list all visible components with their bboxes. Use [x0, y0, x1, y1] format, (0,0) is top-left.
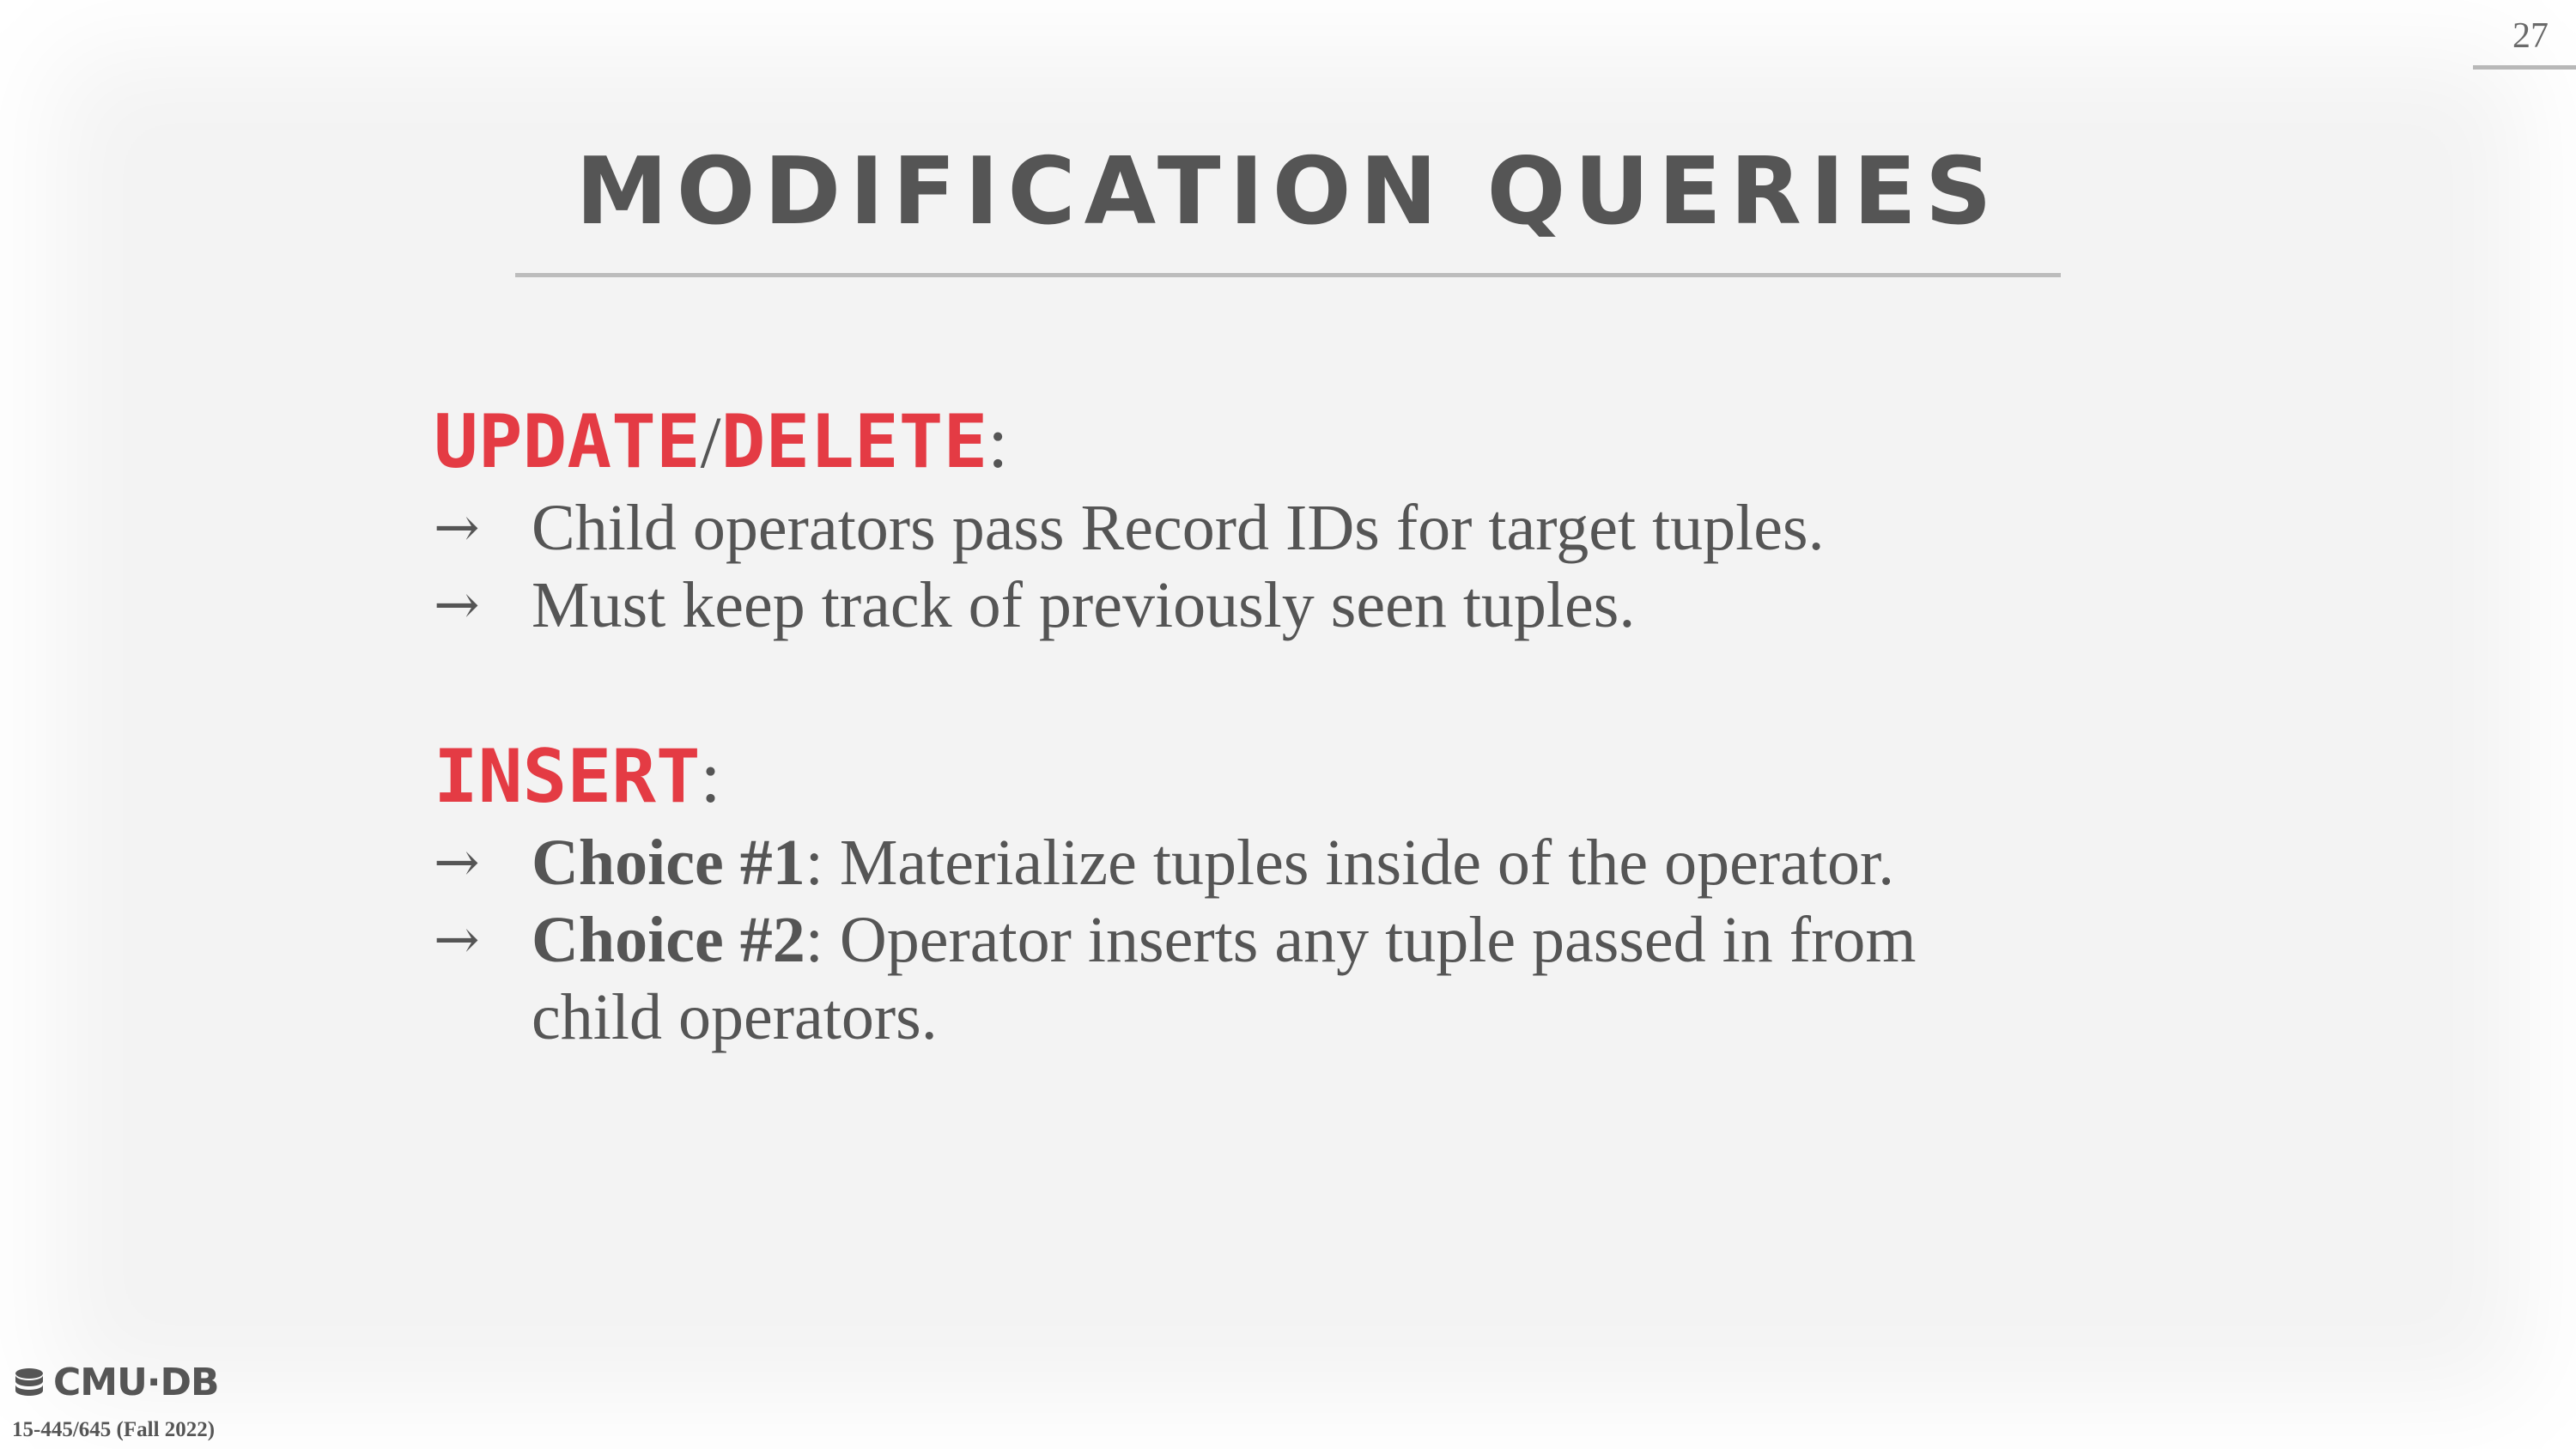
arrow-icon: →	[434, 573, 480, 637]
logo-text: CMU·DB	[53, 1361, 220, 1404]
insert-section: INSERT: → Choice #1: Materialize tuples …	[434, 730, 2151, 1056]
page-number-rule	[2473, 65, 2576, 70]
heading-colon: :	[700, 736, 721, 818]
bullet-text: : Materialize tuples inside of the opera…	[805, 827, 1895, 899]
delete-keyword: DELETE	[720, 399, 988, 485]
bullet-item: → Choice #2: Operator inserts any tuple …	[434, 901, 2151, 1056]
heading-colon: :	[987, 401, 1009, 483]
slide: 27 MODIFICATION QUERIES UPDATE/DELETE: →…	[0, 0, 2576, 1449]
bullet-text: : Operator inserts any tuple passed in f…	[805, 904, 1917, 976]
database-icon	[15, 1367, 43, 1396]
title-underline	[515, 273, 2061, 277]
course-label: 15-445/645 (Fall 2022)	[12, 1418, 216, 1441]
update-delete-heading: UPDATE/DELETE:	[434, 395, 2151, 489]
bullet-item: → Child operators pass Record IDs for ta…	[434, 489, 2151, 567]
insert-keyword: INSERT	[434, 734, 701, 820]
page-number: 27	[2512, 16, 2549, 56]
choice-label: Choice #1	[532, 827, 805, 899]
choice-label: Choice #2	[532, 904, 805, 976]
slide-title: MODIFICATION QUERIES	[575, 138, 2001, 246]
bullet-item: → Must keep track of previously seen tup…	[434, 567, 2151, 644]
arrow-icon: →	[434, 831, 480, 894]
update-delete-section: UPDATE/DELETE: → Child operators pass Re…	[434, 395, 2151, 644]
bullet-item: → Choice #1: Materialize tuples inside o…	[434, 824, 2151, 901]
bullet-text: Must keep track of previously seen tuple…	[532, 569, 1636, 641]
arrow-icon: →	[434, 908, 480, 972]
bullet-continuation: child operators.	[532, 981, 938, 1053]
keyword-separator: /	[700, 401, 721, 483]
insert-heading: INSERT:	[434, 730, 2151, 824]
update-keyword: UPDATE	[434, 399, 701, 485]
cmu-db-logo: CMU·DB	[12, 1361, 220, 1404]
arrow-icon: →	[434, 496, 480, 560]
bullet-text: Child operators pass Record IDs for targ…	[532, 492, 1825, 564]
